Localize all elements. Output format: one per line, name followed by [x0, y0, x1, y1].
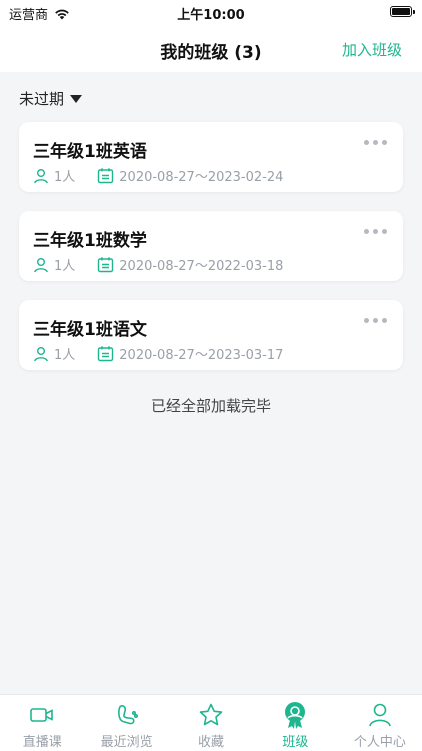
footprint-icon: [117, 705, 138, 725]
person-icon: [369, 703, 391, 727]
class-meta: 1人 2020-08-27～2023-03-17: [33, 344, 283, 363]
filter-label: 未过期: [19, 90, 65, 108]
member-count: 1人: [33, 166, 75, 185]
person-icon: [34, 257, 48, 272]
class-card[interactable]: 三年级1班数学 1人 2020-08-27～2022-03-18: [19, 211, 403, 281]
member-count: 1人: [33, 255, 75, 274]
tab-label: 最近浏览: [100, 735, 153, 750]
calendar-icon: [98, 346, 114, 362]
tab-live[interactable]: 直播课: [0, 695, 84, 751]
class-period-value: 2020-08-27～2023-02-24: [119, 170, 284, 185]
class-period: 2020-08-27～2023-03-17: [97, 344, 283, 363]
member-count-value: 1人: [54, 170, 76, 185]
tab-favorites[interactable]: 收藏: [169, 695, 253, 751]
member-count-value: 1人: [54, 348, 76, 363]
class-name: 三年级1班英语: [33, 142, 147, 162]
tab-recent[interactable]: 最近浏览: [84, 695, 168, 751]
expiry-filter-dropdown[interactable]: 未过期: [19, 88, 83, 109]
battery-icon: [390, 6, 415, 17]
load-complete-note: 已经全部加载完毕: [150, 397, 271, 415]
class-period: 2020-08-27～2023-02-24: [97, 166, 283, 185]
class-period-value: 2020-08-27～2022-03-18: [119, 259, 284, 274]
tab-classes[interactable]: 班级: [253, 695, 337, 751]
class-badge-icon: [285, 702, 306, 729]
tab-profile[interactable]: 个人中心: [338, 695, 422, 751]
more-options-icon[interactable]: [364, 140, 387, 145]
tab-label: 个人中心: [353, 735, 406, 750]
class-name: 三年级1班数学: [33, 231, 147, 251]
class-period-value: 2020-08-27～2023-03-17: [119, 348, 284, 363]
dropdown-triangle-icon: [70, 95, 83, 103]
tab-label: 班级: [282, 735, 309, 750]
star-icon: [199, 703, 223, 726]
bottom-tab-bar: 直播课 最近浏览 收藏 班级 个人中心: [0, 694, 422, 751]
tab-label: 收藏: [198, 735, 225, 750]
member-count-value: 1人: [54, 259, 76, 274]
status-bar: 运营商 上午10:00: [0, 0, 422, 24]
live-video-icon: [30, 708, 54, 722]
more-options-icon[interactable]: [364, 318, 387, 323]
person-icon: [34, 346, 48, 361]
calendar-icon: [98, 257, 114, 273]
more-options-icon[interactable]: [364, 229, 387, 234]
nav-bar: 我的班级 (3) 加入班级: [0, 24, 422, 72]
status-time: 上午10:00: [177, 8, 245, 23]
class-name: 三年级1班语文: [33, 320, 147, 340]
join-class-button[interactable]: 加入班级: [342, 39, 402, 60]
class-meta: 1人 2020-08-27～2023-02-24: [33, 166, 283, 185]
class-card[interactable]: 三年级1班英语 1人 2020-08-27～2023-02-24: [19, 122, 403, 192]
class-period: 2020-08-27～2022-03-18: [97, 255, 283, 274]
calendar-icon: [98, 168, 114, 184]
member-count: 1人: [33, 344, 75, 363]
class-meta: 1人 2020-08-27～2022-03-18: [33, 255, 283, 274]
class-card[interactable]: 三年级1班语文 1人 2020-08-27～2023-03-17: [19, 300, 403, 370]
tab-label: 直播课: [22, 735, 62, 750]
person-icon: [34, 168, 48, 183]
